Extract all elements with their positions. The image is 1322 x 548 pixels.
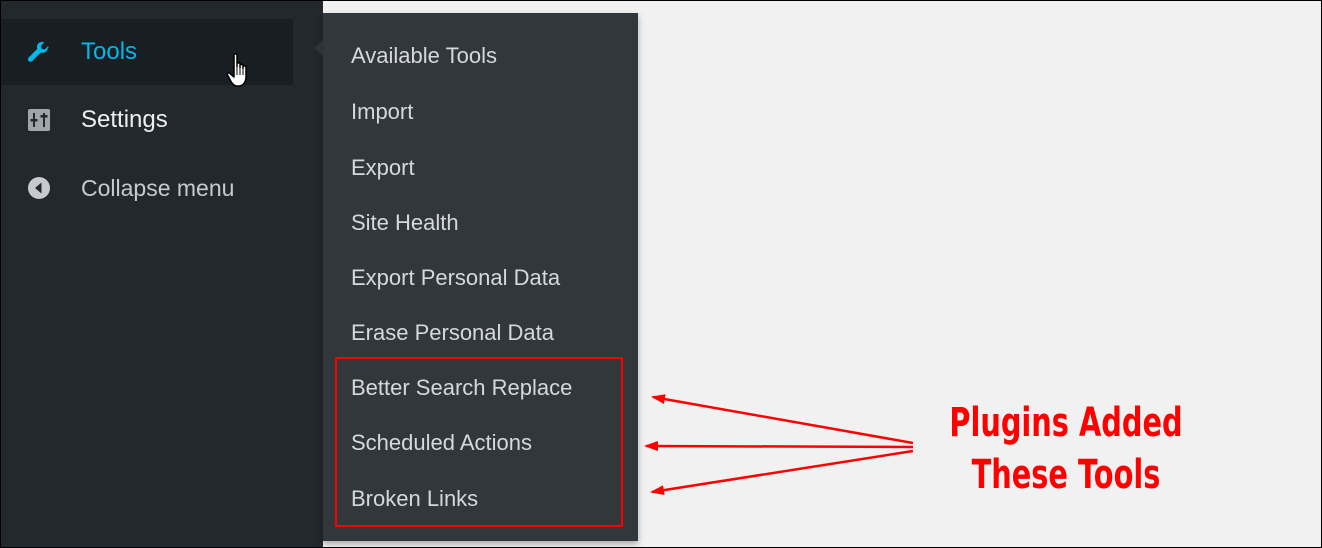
- hand-pointer-cursor-icon: [226, 53, 254, 91]
- sidebar-collapse-menu[interactable]: Collapse menu: [1, 155, 323, 221]
- arrow-to-broken-links: [650, 449, 914, 496]
- submenu-item-site-health[interactable]: Site Health: [351, 210, 459, 236]
- sidebar-item-label: Collapse menu: [81, 174, 235, 201]
- submenu-item-import[interactable]: Import: [351, 99, 413, 125]
- plugins-annotation: Plugins Added These Tools: [947, 397, 1185, 501]
- submenu-item-available-tools[interactable]: Available Tools: [351, 43, 497, 69]
- annotation-line-2: These Tools: [971, 452, 1161, 498]
- arrow-to-scheduled-actions: [644, 441, 914, 452]
- wrench-icon: [27, 40, 51, 64]
- admin-sidebar: Tools Settings Collapse menu: [1, 1, 323, 547]
- arrow-to-better-search-replace: [651, 394, 914, 445]
- submenu-item-erase-personal-data[interactable]: Erase Personal Data: [351, 320, 554, 346]
- plugins-highlight-box: [335, 357, 623, 527]
- settings-sliders-icon: [27, 108, 51, 132]
- submenu-item-export-personal-data[interactable]: Export Personal Data: [351, 265, 560, 291]
- sidebar-item-settings[interactable]: Settings: [1, 87, 323, 153]
- sidebar-item-label: Settings: [81, 106, 168, 133]
- collapse-arrow-icon: [27, 176, 51, 200]
- sidebar-item-label: Tools: [81, 38, 138, 65]
- annotation-line-1: Plugins Added: [949, 400, 1183, 446]
- screenshot-frame: Tools Settings Collapse menu Available T…: [0, 0, 1322, 548]
- submenu-item-export[interactable]: Export: [351, 155, 415, 181]
